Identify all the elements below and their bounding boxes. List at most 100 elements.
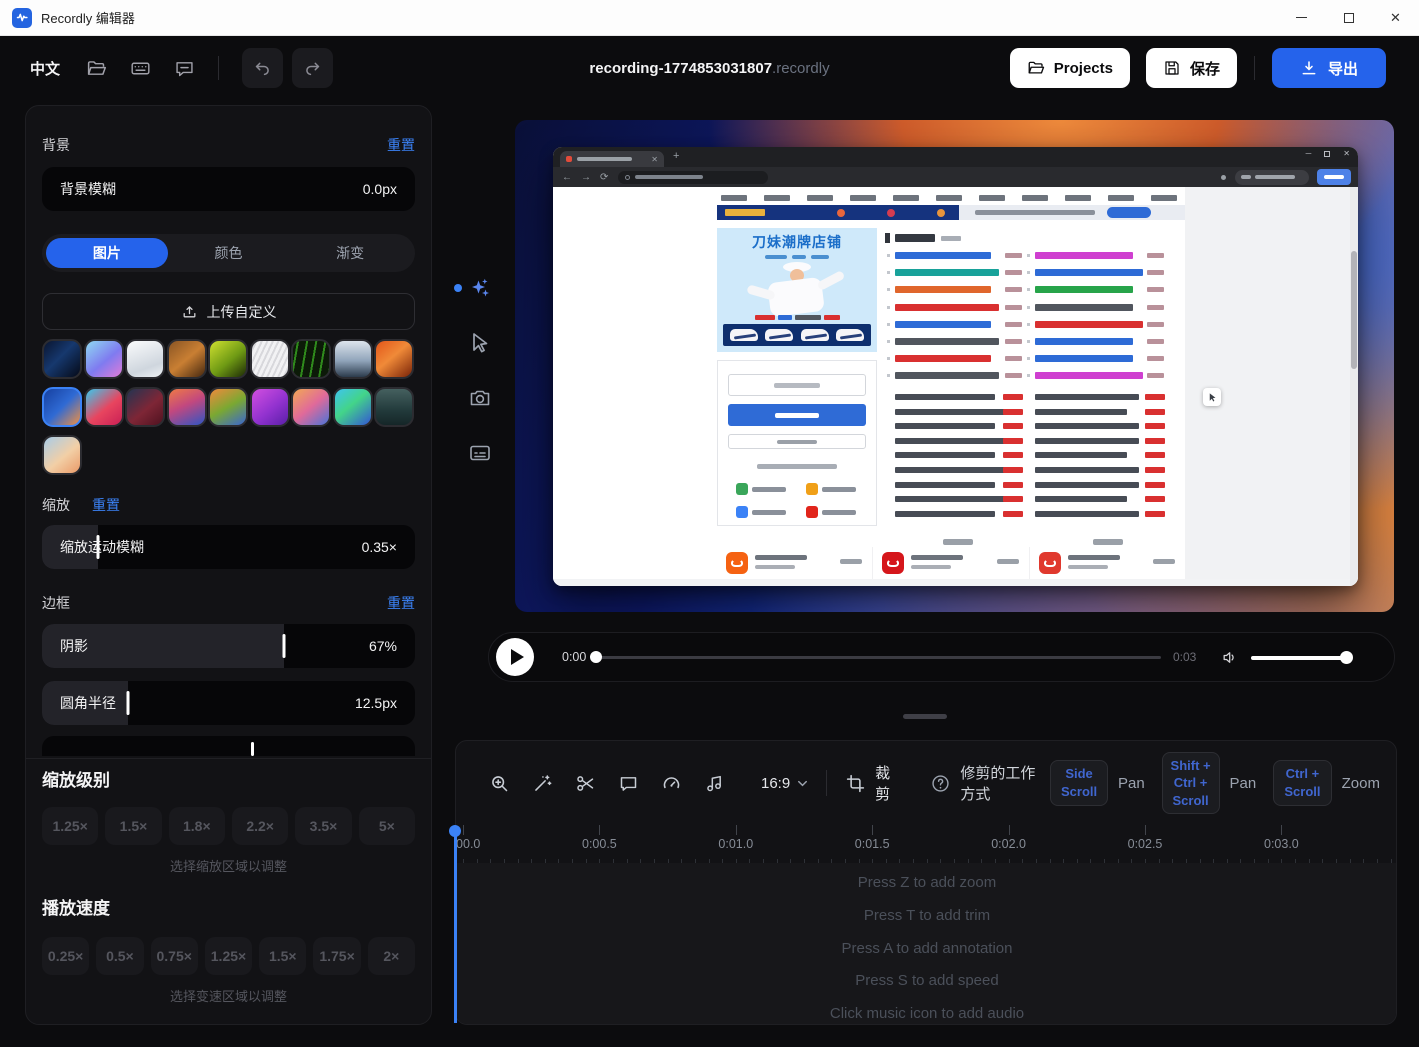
timeline-zoom-icon[interactable] xyxy=(489,773,510,794)
speed-gauge-icon[interactable] xyxy=(661,773,682,794)
link-row xyxy=(885,354,1167,366)
volume-icon[interactable] xyxy=(1221,648,1240,667)
sidebar-divider xyxy=(26,758,431,759)
seek-handle[interactable] xyxy=(590,651,602,663)
cursor-tool[interactable] xyxy=(468,331,492,355)
camera-tool[interactable] xyxy=(468,386,492,410)
zoom-reset-link[interactable]: 重置 xyxy=(92,495,120,515)
wallpaper-thumbnail[interactable] xyxy=(84,387,124,427)
project-filename: recording-1774853031807 xyxy=(589,60,772,77)
app-icon xyxy=(882,552,904,574)
crop-button[interactable]: 裁剪 xyxy=(845,762,898,804)
zoom-level-button[interactable]: 1.5× xyxy=(105,807,161,845)
register-button xyxy=(728,434,866,449)
close-button[interactable]: ✕ xyxy=(1372,0,1419,36)
model-shirt xyxy=(767,277,825,317)
page-bottom-strip xyxy=(553,579,1358,586)
wallpaper-thumbnail[interactable] xyxy=(374,339,414,379)
upload-icon xyxy=(181,303,198,320)
speed-button[interactable]: 1.5× xyxy=(259,937,306,975)
play-button[interactable] xyxy=(496,638,534,676)
link-row xyxy=(885,251,1167,263)
annotation-icon[interactable] xyxy=(618,773,639,794)
project-file-extension: .recordly xyxy=(772,60,830,77)
speed-button[interactable]: 0.75× xyxy=(151,937,198,975)
background-blur-slider[interactable]: 背景模糊 0.0px xyxy=(42,167,415,211)
recordly-editor-window: Recordly 编辑器 ✕ 中文 xyxy=(0,0,1419,1047)
background-section-header: 背景 重置 xyxy=(42,135,415,155)
background-type-tab[interactable]: 渐变 xyxy=(289,238,411,268)
speed-button[interactable]: 0.5× xyxy=(96,937,143,975)
footer-app-group xyxy=(717,547,873,579)
wallpaper-thumbnail[interactable] xyxy=(42,339,82,379)
zoom-level-button[interactable]: 2.2× xyxy=(232,807,288,845)
wallpaper-thumbnail[interactable] xyxy=(42,387,82,427)
playback-speed-options: 0.25×0.5×0.75×1.25×1.5×1.75×2× xyxy=(42,937,415,975)
projects-button[interactable]: Projects xyxy=(1010,48,1130,88)
login-panel xyxy=(717,360,877,526)
webpage-content: 刀妹潮牌店铺 xyxy=(553,187,1358,586)
wallpaper-thumbnail[interactable] xyxy=(167,339,207,379)
save-button[interactable]: 保存 xyxy=(1146,48,1237,88)
seek-track[interactable] xyxy=(595,656,1161,659)
wallpaper-thumbnail[interactable] xyxy=(208,339,248,379)
wallpaper-thumbnail[interactable] xyxy=(250,387,290,427)
zoom-level-button[interactable]: 1.25× xyxy=(42,807,98,845)
minimize-button[interactable] xyxy=(1278,0,1325,36)
zoom-level-button[interactable]: 3.5× xyxy=(295,807,351,845)
wallpaper-thumbnail[interactable] xyxy=(208,387,248,427)
export-button[interactable]: 导出 xyxy=(1272,48,1386,88)
aspect-ratio-dropdown[interactable]: 16:9 xyxy=(761,775,810,792)
scissors-icon[interactable] xyxy=(575,773,596,794)
recorded-browser-frame: ✕ + ─✕ ←→⟳ xyxy=(553,147,1358,586)
speed-button[interactable]: 1.25× xyxy=(205,937,252,975)
speed-button[interactable]: 0.25× xyxy=(42,937,89,975)
panel-resize-handle[interactable] xyxy=(903,714,947,719)
background-type-tab[interactable]: 图片 xyxy=(46,238,168,268)
border-slider[interactable]: 阴影 67% xyxy=(42,624,415,668)
volume-track[interactable] xyxy=(1251,656,1347,660)
maximize-button[interactable] xyxy=(1325,0,1372,36)
wallpaper-thumbnail[interactable] xyxy=(333,339,373,379)
magic-wand-icon[interactable] xyxy=(532,773,553,794)
timeline-hint-area[interactable]: Press Z to add zoomPress T to add trimPr… xyxy=(457,863,1397,1025)
background-reset-link[interactable]: 重置 xyxy=(387,135,415,155)
toolbar-divider xyxy=(1254,56,1255,80)
software-row xyxy=(885,408,1167,420)
background-type-tabs: 图片颜色渐变 xyxy=(42,234,415,272)
music-icon[interactable] xyxy=(704,773,725,794)
wallpaper-thumbnail[interactable] xyxy=(84,339,124,379)
wallpaper-thumbnail[interactable] xyxy=(374,387,414,427)
current-time: 0:00 xyxy=(562,650,586,664)
border-slider[interactable]: 圆角半径 12.5px xyxy=(42,681,415,725)
wallpaper-thumbnail[interactable] xyxy=(42,435,82,475)
zoom-motion-blur-slider[interactable]: 缩放运动模糊 0.35× xyxy=(42,525,415,569)
trim-help-button[interactable]: 修剪的工作方式 xyxy=(930,762,1050,804)
software-row xyxy=(885,495,1167,507)
background-type-tab[interactable]: 颜色 xyxy=(168,238,290,268)
wallpaper-thumbnail[interactable] xyxy=(291,339,331,379)
shortcut-action: Pan xyxy=(1118,775,1145,792)
video-preview-canvas[interactable]: ✕ + ─✕ ←→⟳ xyxy=(515,120,1394,612)
caption-tool[interactable] xyxy=(468,441,492,465)
upload-custom-button[interactable]: 上传自定义 xyxy=(42,293,415,330)
wallpaper-thumbnail[interactable] xyxy=(125,387,165,427)
ruler-label: 0:03.0 xyxy=(1264,837,1299,851)
wallpaper-thumbnail[interactable] xyxy=(291,387,331,427)
playhead-line[interactable] xyxy=(454,833,457,1023)
zoom-level-button[interactable]: 1.8× xyxy=(169,807,225,845)
border-reset-link[interactable]: 重置 xyxy=(387,593,415,613)
service-icon xyxy=(806,483,818,495)
wallpaper-thumbnail[interactable] xyxy=(125,339,165,379)
wallpaper-thumbnail[interactable] xyxy=(167,387,207,427)
settings-sidebar: 背景 重置 背景模糊 0.0px 图片颜色渐变 上传自定义 缩放 重置 缩放运动… xyxy=(25,105,432,1025)
speed-button[interactable]: 1.75× xyxy=(313,937,360,975)
timeline-ruler[interactable]: 0:00.00:00.50:01.00:01.50:02.00:02.50:03… xyxy=(463,823,1393,865)
wallpaper-thumbnail[interactable] xyxy=(333,387,373,427)
speed-button[interactable]: 2× xyxy=(368,937,415,975)
wallpaper-thumbnail[interactable] xyxy=(250,339,290,379)
clipped-slider[interactable] xyxy=(42,736,415,756)
ai-sparkle-tool[interactable] xyxy=(468,276,492,300)
volume-handle[interactable] xyxy=(1340,651,1353,664)
zoom-level-button[interactable]: 5× xyxy=(359,807,415,845)
